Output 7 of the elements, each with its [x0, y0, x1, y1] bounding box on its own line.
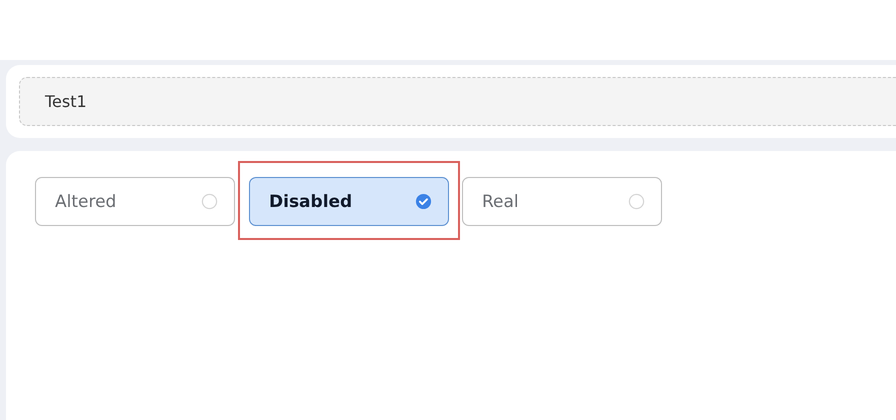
option-button[interactable]: Altered: [35, 177, 235, 226]
radio-circle-icon: [628, 193, 645, 210]
option-button[interactable]: Real: [462, 177, 662, 226]
radio-circle-icon: [201, 193, 218, 210]
option-button[interactable]: Disabled: [249, 177, 449, 226]
check-circle-icon: [415, 193, 432, 210]
input-field[interactable]: Test1: [19, 77, 896, 126]
